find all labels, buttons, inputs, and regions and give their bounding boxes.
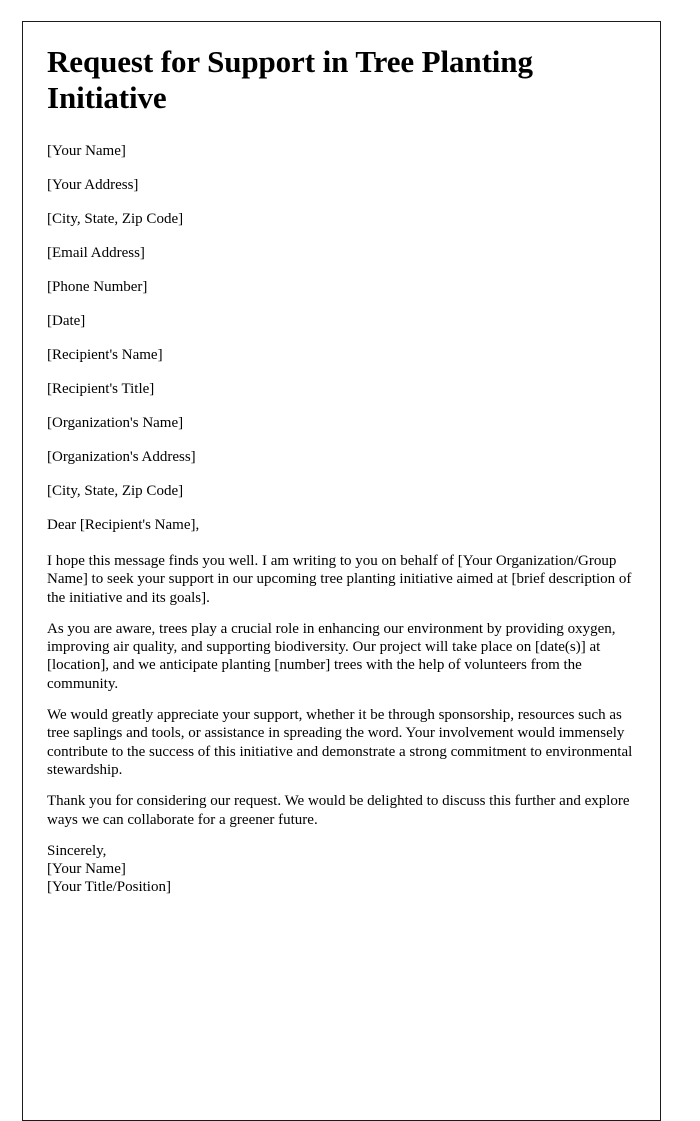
sender-field-your-address: [Your Address]	[47, 177, 139, 193]
recipient-field-organization-address: [Organization's Address]	[47, 449, 196, 465]
body-paragraph-3: We would greatly appreciate your support…	[47, 707, 633, 778]
recipient-field-organization-name: [Organization's Name]	[47, 415, 184, 431]
body-paragraph-1: I hope this message finds you well. I am…	[47, 553, 632, 606]
sender-field-city-state-zip: [City, State, Zip Code]	[47, 211, 184, 227]
salutation-line: Dear [Recipient's Name],	[47, 517, 200, 533]
recipient-field-title: [Recipient's Title]	[47, 381, 155, 397]
sender-field-your-name: [Your Name]	[47, 143, 126, 159]
sender-address-block: [Your Name] [Your Address] [City, State,…	[47, 142, 633, 330]
signature-block: Sincerely, [Your Name] [Your Title/Posit…	[47, 842, 633, 897]
recipient-address-block: [Recipient's Name] [Recipient's Title] […	[47, 346, 633, 500]
recipient-field-city-state-zip: [City, State, Zip Code]	[47, 483, 184, 499]
document-content: Request for Support in Tree Planting Ini…	[47, 44, 633, 897]
document-page: Request for Support in Tree Planting Ini…	[22, 21, 661, 1121]
closing-your-name: [Your Name]	[47, 861, 126, 878]
letter-body: I hope this message finds you well. I am…	[47, 552, 633, 829]
sender-field-date: [Date]	[47, 313, 86, 329]
page-title: Request for Support in Tree Planting Ini…	[47, 44, 533, 115]
body-paragraph-2: As you are aware, trees play a crucial r…	[47, 620, 616, 692]
closing-your-title-position: [Your Title/Position]	[47, 879, 171, 896]
closing-salutation: Sincerely,	[47, 842, 107, 859]
sender-field-email-address: [Email Address]	[47, 245, 145, 261]
sender-field-phone-number: [Phone Number]	[47, 279, 148, 295]
recipient-field-name: [Recipient's Name]	[47, 347, 163, 363]
body-paragraph-4: Thank you for considering our request. W…	[47, 793, 630, 828]
